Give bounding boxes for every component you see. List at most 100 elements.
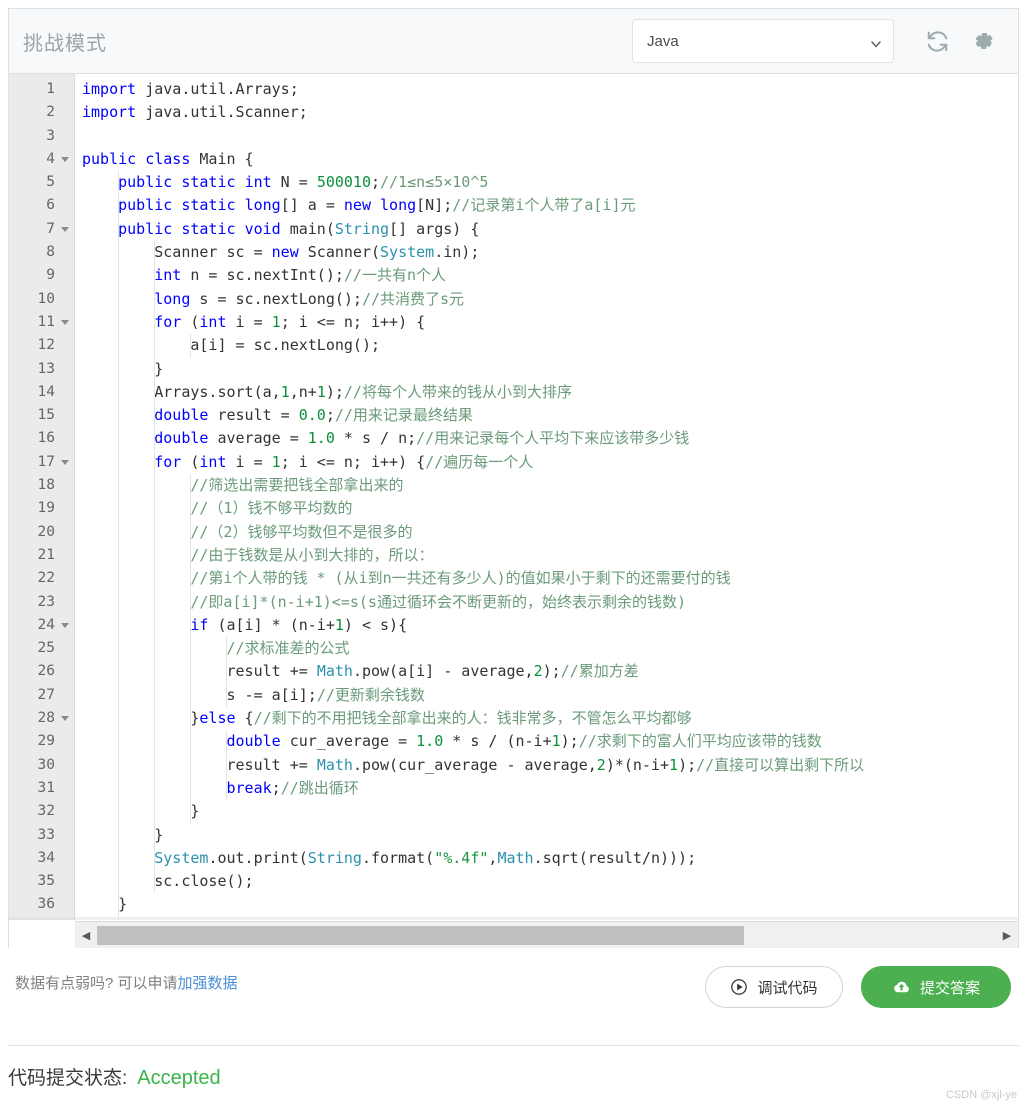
indent-guide: [118, 427, 120, 451]
fold-triangle-icon[interactable]: [61, 226, 69, 232]
strengthen-data-link[interactable]: 加强数据: [178, 975, 238, 992]
indent-guide: [118, 357, 120, 381]
code-line[interactable]: Arrays.sort(a,1,n+1);//将每个人带来的钱从小到大排序: [75, 380, 1018, 405]
code-token-pln: (a[i] * (n-i+: [208, 615, 335, 634]
fold-triangle-icon[interactable]: [61, 716, 69, 722]
code-area[interactable]: 1 2 3 4 5 6 7 8 9 10 11 12 13 14 15 16 17 18 19 20 21 22 23 24 2…: [9, 74, 1018, 948]
code-token-kw: class: [145, 149, 191, 168]
indent-guide: [118, 543, 120, 568]
indent-guide: [154, 800, 156, 824]
code-line[interactable]: //第i个人带的钱 * (从i到n一共还有多少人)的值如果小于剩下的还需要付的钱: [75, 567, 1018, 591]
code-line[interactable]: for (int i = 1; i <= n; i++) {//遍历每一个人: [75, 450, 1018, 475]
code-line[interactable]: break;//跳出循环: [75, 776, 1018, 801]
code-token-kw: int: [154, 266, 182, 285]
code-line[interactable]: }: [75, 916, 1018, 920]
scroll-right-arrow[interactable]: ▶: [996, 929, 1018, 942]
code-line[interactable]: if (a[i] * (n-i+1) < s){: [75, 613, 1018, 638]
fold-triangle-icon[interactable]: [61, 319, 69, 325]
code-line[interactable]: double cur_average = 1.0 * s / (n-i+1);/…: [75, 730, 1018, 754]
code-token-pln: )*(n-i+: [605, 755, 670, 774]
code-token-num: 2: [596, 755, 606, 774]
code-line[interactable]: double result = 0.0;//用来记录最终结果: [75, 404, 1018, 428]
debug-code-button[interactable]: 调试代码: [705, 966, 843, 1008]
code-token-pln: sc.close();: [82, 872, 254, 891]
code-token-pln: [82, 569, 190, 587]
code-line[interactable]: //即a[i]*(n-i+1)<=s(s通过循环会不断更新的，始终表示剩余的钱数…: [75, 590, 1018, 614]
code-token-num: 500010: [316, 173, 371, 192]
play-circle-icon: [730, 978, 748, 996]
code-token-kw: double: [154, 429, 209, 448]
code-line[interactable]: long s = sc.nextLong();//共消费了s元: [75, 287, 1018, 311]
indent-guide: [118, 264, 120, 288]
fold-triangle-icon[interactable]: [61, 622, 69, 628]
code-line[interactable]: for (int i = 1; i <= n; i++) {: [75, 310, 1018, 335]
code-line[interactable]: }: [75, 357, 1018, 381]
code-line[interactable]: public static long[] a = new long[N];//记…: [75, 194, 1018, 218]
line-number: 31: [37, 779, 55, 796]
code-line[interactable]: int n = sc.nextInt();//一共有n个人: [75, 264, 1018, 288]
indent-guide: [118, 287, 120, 311]
indent-guide: [154, 776, 156, 801]
indent-guide: [190, 334, 192, 358]
code-line[interactable]: public class Main {: [75, 148, 1018, 171]
indent-guide: [118, 497, 120, 521]
code-scroll-viewport[interactable]: 1 2 3 4 5 6 7 8 9 10 11 12 13 14 15 16 17 18 19 20 21 22 23 24 2…: [9, 74, 1018, 920]
code-token-pln: .pow(a[i] - average,: [352, 662, 534, 681]
indent-guide: [190, 497, 192, 521]
refresh-icon[interactable]: [920, 24, 954, 58]
code-line[interactable]: [75, 125, 1018, 148]
code-line[interactable]: //筛选出需要把钱全部拿出来的: [75, 474, 1018, 498]
code-token-pln: }: [82, 359, 164, 378]
indent-guide: [118, 217, 120, 242]
code-line[interactable]: double average = 1.0 * s / n;//用来记录每个人平均…: [75, 427, 1018, 451]
indent-guide: [118, 683, 120, 708]
line-number: 14: [37, 383, 55, 400]
code-line[interactable]: public static void main(String[] args) {: [75, 217, 1018, 242]
code-token-kw: static: [181, 219, 236, 238]
fold-triangle-icon[interactable]: [61, 459, 69, 465]
code-line[interactable]: //（1）钱不够平均数的: [75, 497, 1018, 521]
code-content[interactable]: import java.util.Arrays; import java.util…: [75, 74, 1018, 920]
scrollbar-track[interactable]: [97, 925, 996, 945]
code-line[interactable]: s -= a[i];//更新剩余钱数: [75, 683, 1018, 708]
code-line[interactable]: Scanner sc = new Scanner(System.in);: [75, 241, 1018, 265]
code-token-kw: if: [190, 615, 209, 634]
code-line[interactable]: }: [75, 800, 1018, 824]
code-line[interactable]: System.out.print(String.format("%.4f",Ma…: [75, 846, 1018, 871]
code-line[interactable]: result += Math.pow(a[i] - average,2);//累…: [75, 660, 1018, 684]
indent-guide: [154, 823, 156, 847]
code-line[interactable]: import java.util.Scanner;: [75, 101, 1018, 124]
code-line[interactable]: result += Math.pow(cur_average - average…: [75, 753, 1018, 777]
code-line[interactable]: }: [75, 823, 1018, 847]
scroll-left-arrow[interactable]: ◀: [75, 929, 97, 942]
status-label: 代码提交状态:: [8, 1068, 128, 1089]
code-token-pln: [82, 173, 118, 191]
code-line[interactable]: }: [75, 893, 1018, 917]
code-line[interactable]: import java.util.Arrays;: [75, 78, 1018, 101]
scrollbar-thumb[interactable]: [97, 925, 745, 945]
code-line[interactable]: sc.close();: [75, 870, 1018, 894]
language-select[interactable]: Java: [632, 19, 894, 63]
code-line[interactable]: //求标准差的公式: [75, 637, 1018, 661]
gear-icon[interactable]: [966, 24, 1000, 58]
code-token-pln: [371, 196, 380, 214]
line-number: 37: [9, 916, 74, 920]
horizontal-scrollbar[interactable]: ◀ ▶: [75, 921, 1018, 948]
code-token-pln: .in);: [434, 243, 480, 262]
code-line[interactable]: a[i] = sc.nextLong();: [75, 334, 1018, 358]
code-token-pln: Scanner(: [298, 243, 381, 262]
submit-answer-button[interactable]: 提交答案: [861, 966, 1011, 1008]
code-line[interactable]: }else {//剩下的不用把钱全部拿出来的人：钱非常多，不管怎么平均都够: [75, 707, 1018, 731]
indent-guide: [118, 776, 120, 801]
code-token-cmt: //遍历每一个人: [425, 452, 534, 471]
fold-triangle-icon[interactable]: [61, 156, 69, 162]
code-token-pln: [82, 196, 118, 214]
code-token-pln: a[i] = sc.nextLong();: [82, 336, 381, 355]
line-number: 24: [9, 614, 74, 637]
line-number: 7: [9, 218, 74, 241]
code-line[interactable]: //由于钱数是从小到大排的，所以：: [75, 543, 1018, 568]
line-number: 34: [37, 849, 55, 866]
code-line[interactable]: public static int N = 500010;//1≤n≤5×10^…: [75, 171, 1018, 195]
code-line[interactable]: //（2）钱够平均数但不是很多的: [75, 520, 1018, 544]
code-token-num: 1: [271, 452, 281, 471]
